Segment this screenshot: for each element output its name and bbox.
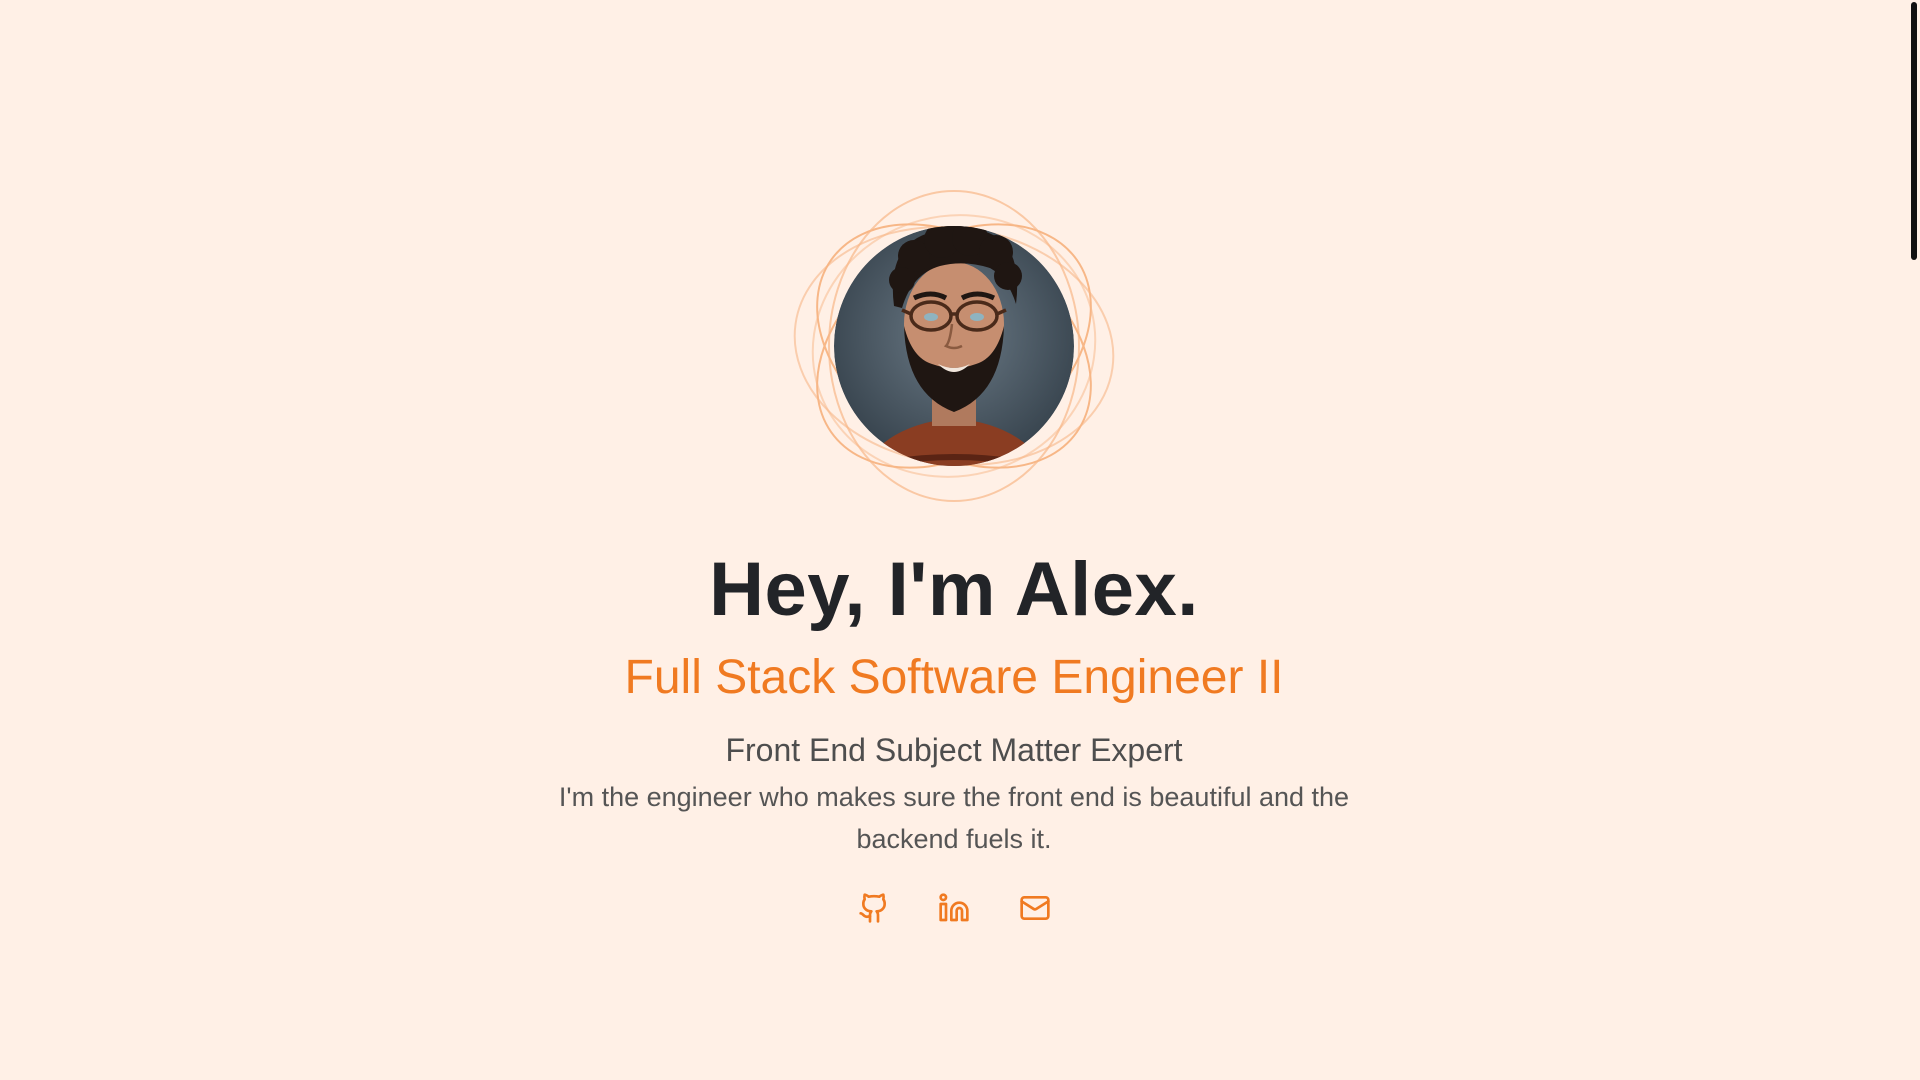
portrait bbox=[834, 226, 1074, 466]
page-title: Hey, I'm Alex. bbox=[709, 547, 1199, 632]
github-icon bbox=[859, 893, 887, 923]
mail-icon bbox=[1020, 896, 1050, 920]
role-tagline: Front End Subject Matter Expert bbox=[725, 732, 1183, 768]
hero-section: Hey, I'm Alex. Full Stack Software Engin… bbox=[0, 0, 1908, 1080]
avatar-illustration bbox=[793, 190, 1115, 502]
page: Hey, I'm Alex. Full Stack Software Engin… bbox=[0, 0, 1920, 1080]
intro-description: I'm the engineer who makes sure the fron… bbox=[558, 782, 1350, 854]
scrollbar-thumb[interactable] bbox=[1911, 2, 1917, 260]
linkedin-icon bbox=[939, 893, 969, 922]
scrollbar[interactable] bbox=[1908, 0, 1920, 1080]
email-link[interactable] bbox=[1018, 892, 1050, 924]
linkedin-link[interactable] bbox=[938, 892, 970, 924]
avatar bbox=[764, 186, 1144, 506]
github-link[interactable] bbox=[858, 892, 890, 924]
social-links bbox=[0, 892, 1908, 924]
job-title: Full Stack Software Engineer II bbox=[624, 651, 1284, 704]
